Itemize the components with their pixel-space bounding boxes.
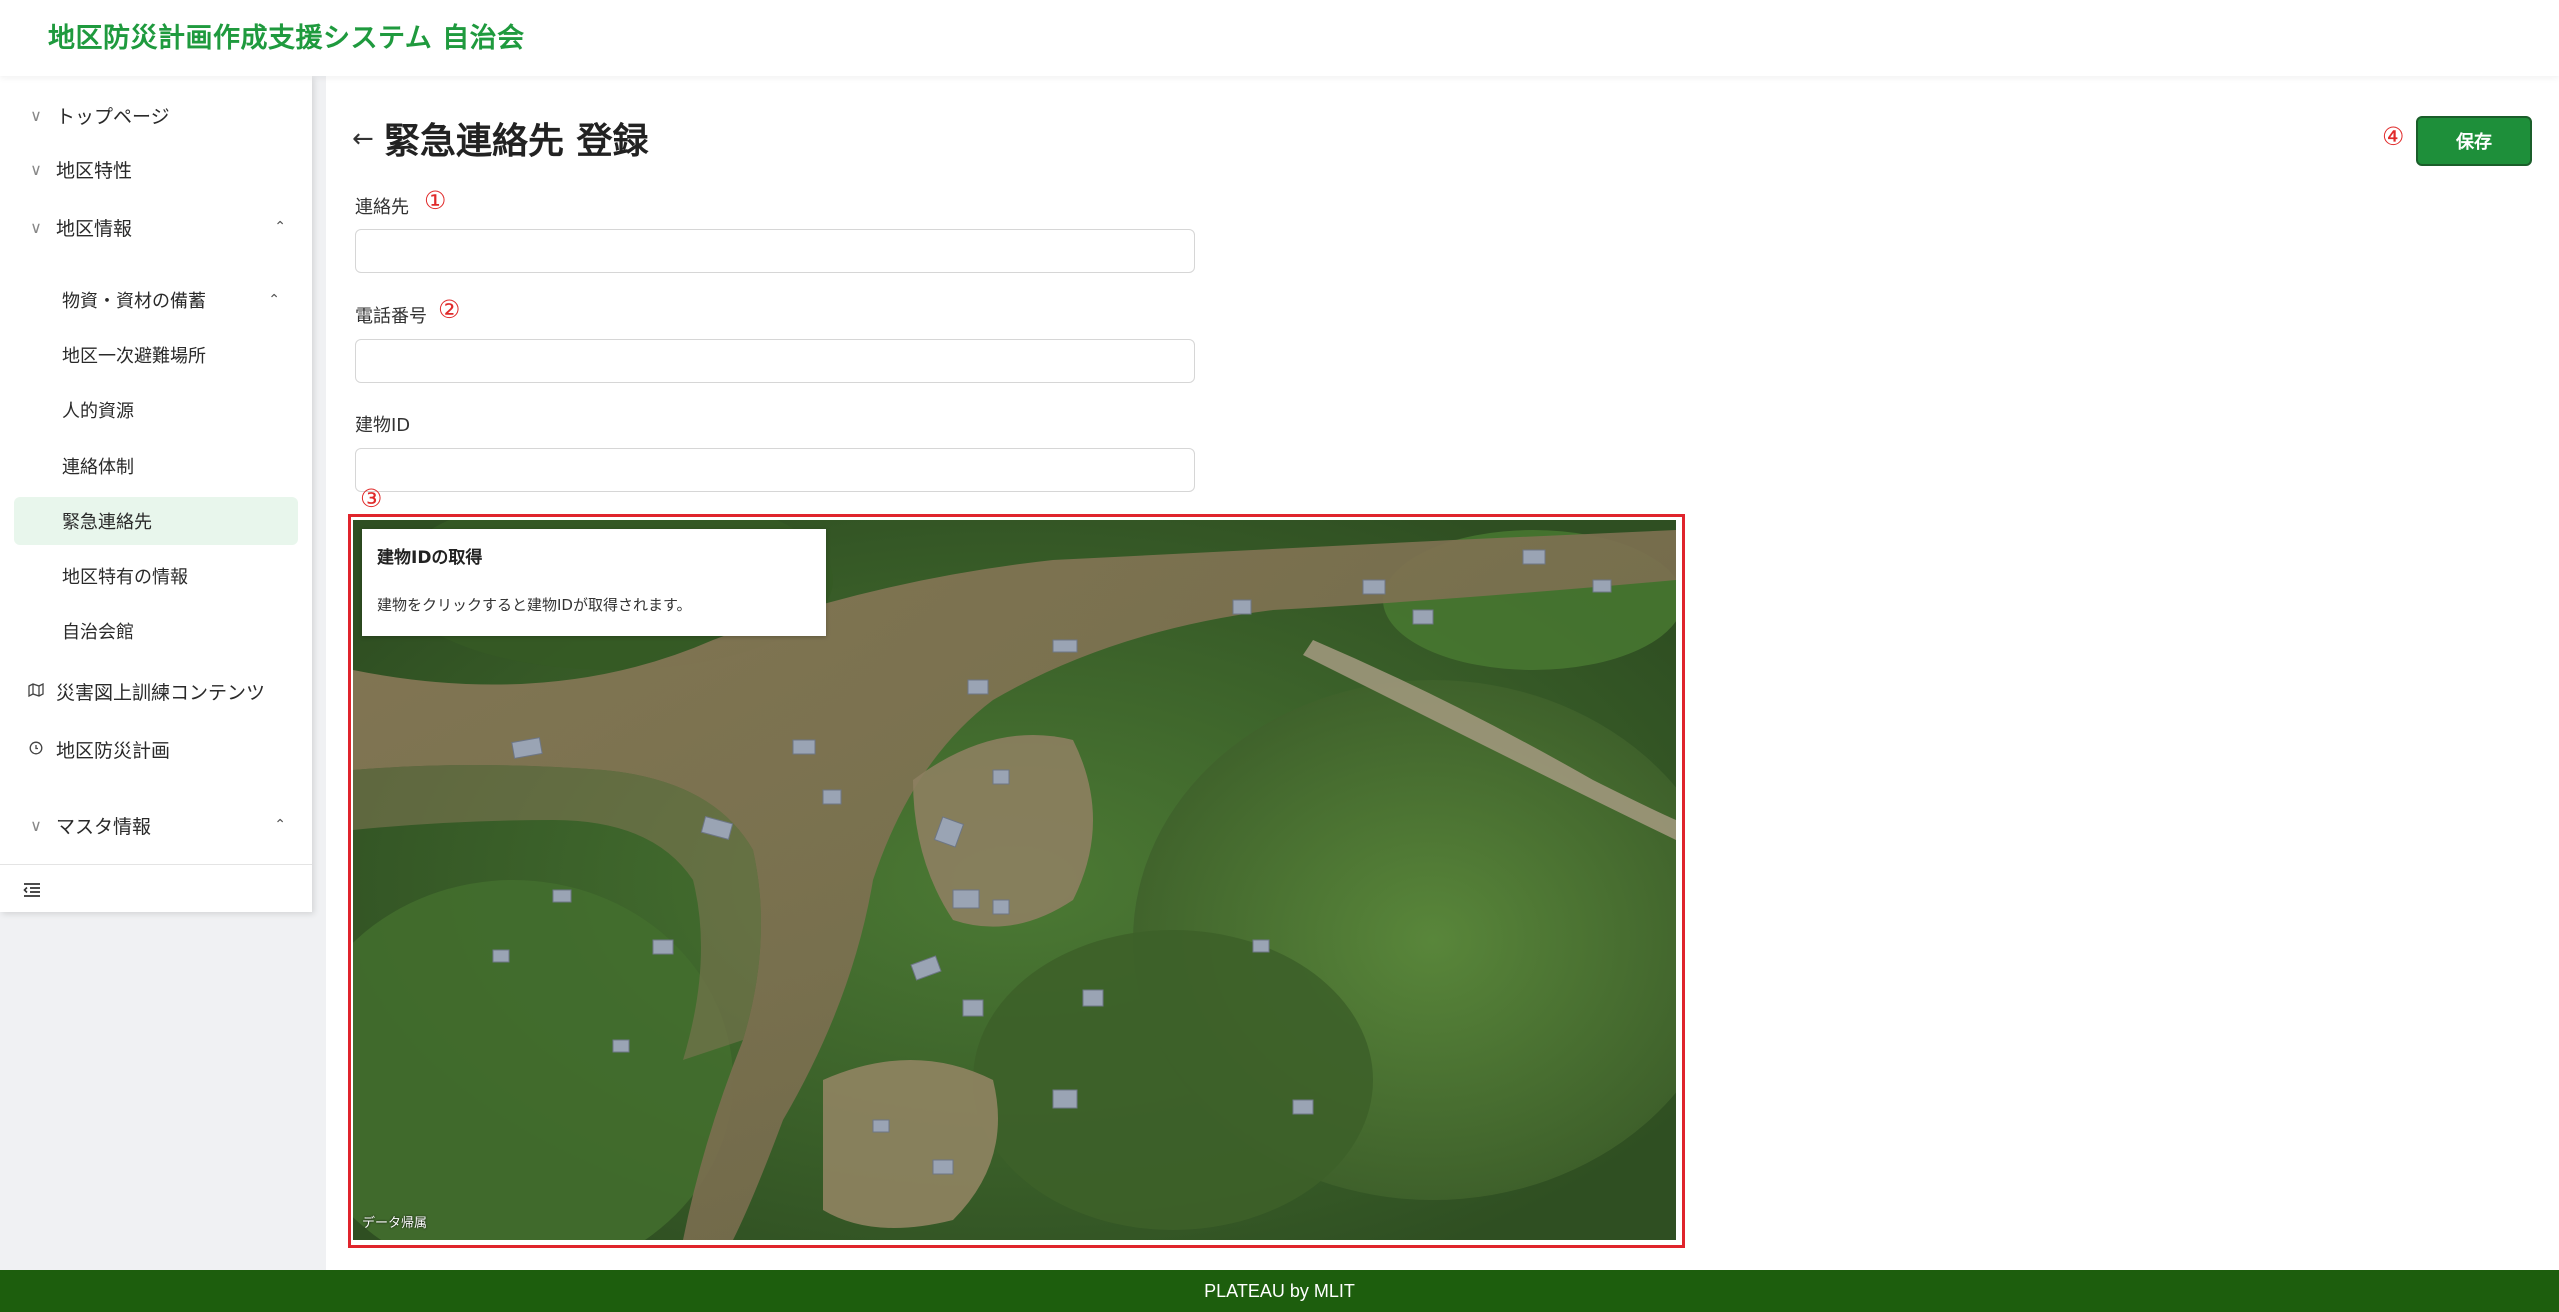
footer-text: PLATEAU by MLIT	[1204, 1280, 1355, 1301]
collapse-menu-icon[interactable]	[18, 876, 46, 904]
sidebar-subitem-human-resources[interactable]: 人的資源	[14, 386, 298, 434]
app-title[interactable]: 地区防災計画作成支援システム 自治会	[48, 16, 525, 55]
sidebar-item-label: トップページ	[56, 105, 170, 128]
phone-input[interactable]	[355, 339, 1195, 383]
popup-title: 建物IDの取得	[377, 548, 483, 568]
sidebar-subitem-emergency-contacts[interactable]: 緊急連絡先	[14, 497, 298, 545]
sidebar-divider	[0, 864, 312, 865]
sidebar-subitem-label: 地区一次避難場所	[62, 346, 206, 367]
page-title: 緊急連絡先 登録	[384, 121, 649, 162]
sidebar-item-label: 地区情報	[56, 217, 133, 240]
map-icon	[24, 682, 48, 701]
annotation-marker-4: ④	[2382, 122, 2405, 151]
sidebar-subitem-label: 自治会館	[62, 622, 134, 643]
contact-label: 連絡先	[355, 197, 409, 218]
sidebar-subitem-community-hall[interactable]: 自治会館	[14, 607, 298, 655]
building-id-input[interactable]	[355, 448, 1195, 492]
chevron-down-icon: ∨	[30, 105, 42, 125]
clock-icon	[24, 740, 48, 759]
sidebar-item-district-characteristics[interactable]: ∨ 地区特性	[0, 144, 312, 194]
sidebar-item-label: 地区特性	[56, 159, 133, 182]
sidebar-item-master-info[interactable]: ∨ マスタ情報 ⌃	[0, 800, 312, 850]
app-header: 地区防災計画作成支援システム 自治会	[0, 0, 2559, 76]
sidebar-subitem-contact-system[interactable]: 連絡体制	[14, 442, 298, 490]
sidebar-subitem-label: 物資・資材の備蓄	[62, 291, 206, 312]
sidebar-subitem-label: 地区特有の情報	[62, 567, 188, 588]
popup-text: 建物をクリックすると建物IDが取得されます。	[377, 596, 692, 614]
building-id-popup: 建物IDの取得 建物をクリックすると建物IDが取得されます。	[362, 529, 826, 636]
sidebar-subitem-district-specific-info[interactable]: 地区特有の情報	[14, 552, 298, 600]
sidebar-item-label: マスタ情報	[56, 815, 152, 838]
annotation-marker-1: ①	[424, 186, 447, 215]
chevron-down-icon: ∨	[30, 217, 42, 237]
chevron-up-icon: ⌃	[274, 219, 286, 235]
chevron-up-icon: ⌃	[274, 817, 286, 833]
annotation-marker-2: ②	[438, 295, 461, 324]
sidebar: ∨ トップページ ∨ 地区特性 ∨ 地区情報 ⌃ 物資・資材の備蓄 ⌃ 地区一次…	[0, 76, 312, 912]
sidebar-item-label: 災害図上訓練コンテンツ	[56, 681, 266, 704]
sidebar-subitem-evacuation-sites[interactable]: 地区一次避難場所	[14, 331, 298, 379]
sidebar-item-label: 地区防災計画	[56, 739, 171, 762]
chevron-down-icon: ∨	[30, 159, 42, 179]
contact-input[interactable]	[355, 229, 1195, 273]
sidebar-item-top-page[interactable]: ∨ トップページ	[0, 90, 312, 140]
back-arrow-icon[interactable]: ←	[352, 124, 374, 154]
sidebar-subitem-label: 連絡体制	[62, 457, 134, 478]
sidebar-item-district-info[interactable]: ∨ 地区情報 ⌃	[0, 202, 312, 252]
building-id-label: 建物ID	[355, 415, 411, 436]
sidebar-subitem-label: 緊急連絡先	[62, 512, 152, 533]
sidebar-subitem-supplies[interactable]: 物資・資材の備蓄 ⌃	[14, 276, 298, 324]
chevron-up-icon: ⌃	[268, 292, 280, 308]
map-attribution-link[interactable]: データ帰属	[362, 1212, 427, 1231]
sidebar-item-district-disaster-plan[interactable]: 地区防災計画	[0, 724, 312, 774]
phone-label: 電話番号	[355, 306, 427, 327]
sidebar-item-disaster-map-training[interactable]: 災害図上訓練コンテンツ	[0, 666, 312, 716]
annotation-marker-3: ③	[360, 484, 383, 513]
save-button[interactable]: 保存	[2416, 116, 2532, 166]
footer: PLATEAU by MLIT	[0, 1270, 2559, 1312]
chevron-down-icon: ∨	[30, 815, 42, 835]
sidebar-subitem-label: 人的資源	[62, 401, 134, 422]
